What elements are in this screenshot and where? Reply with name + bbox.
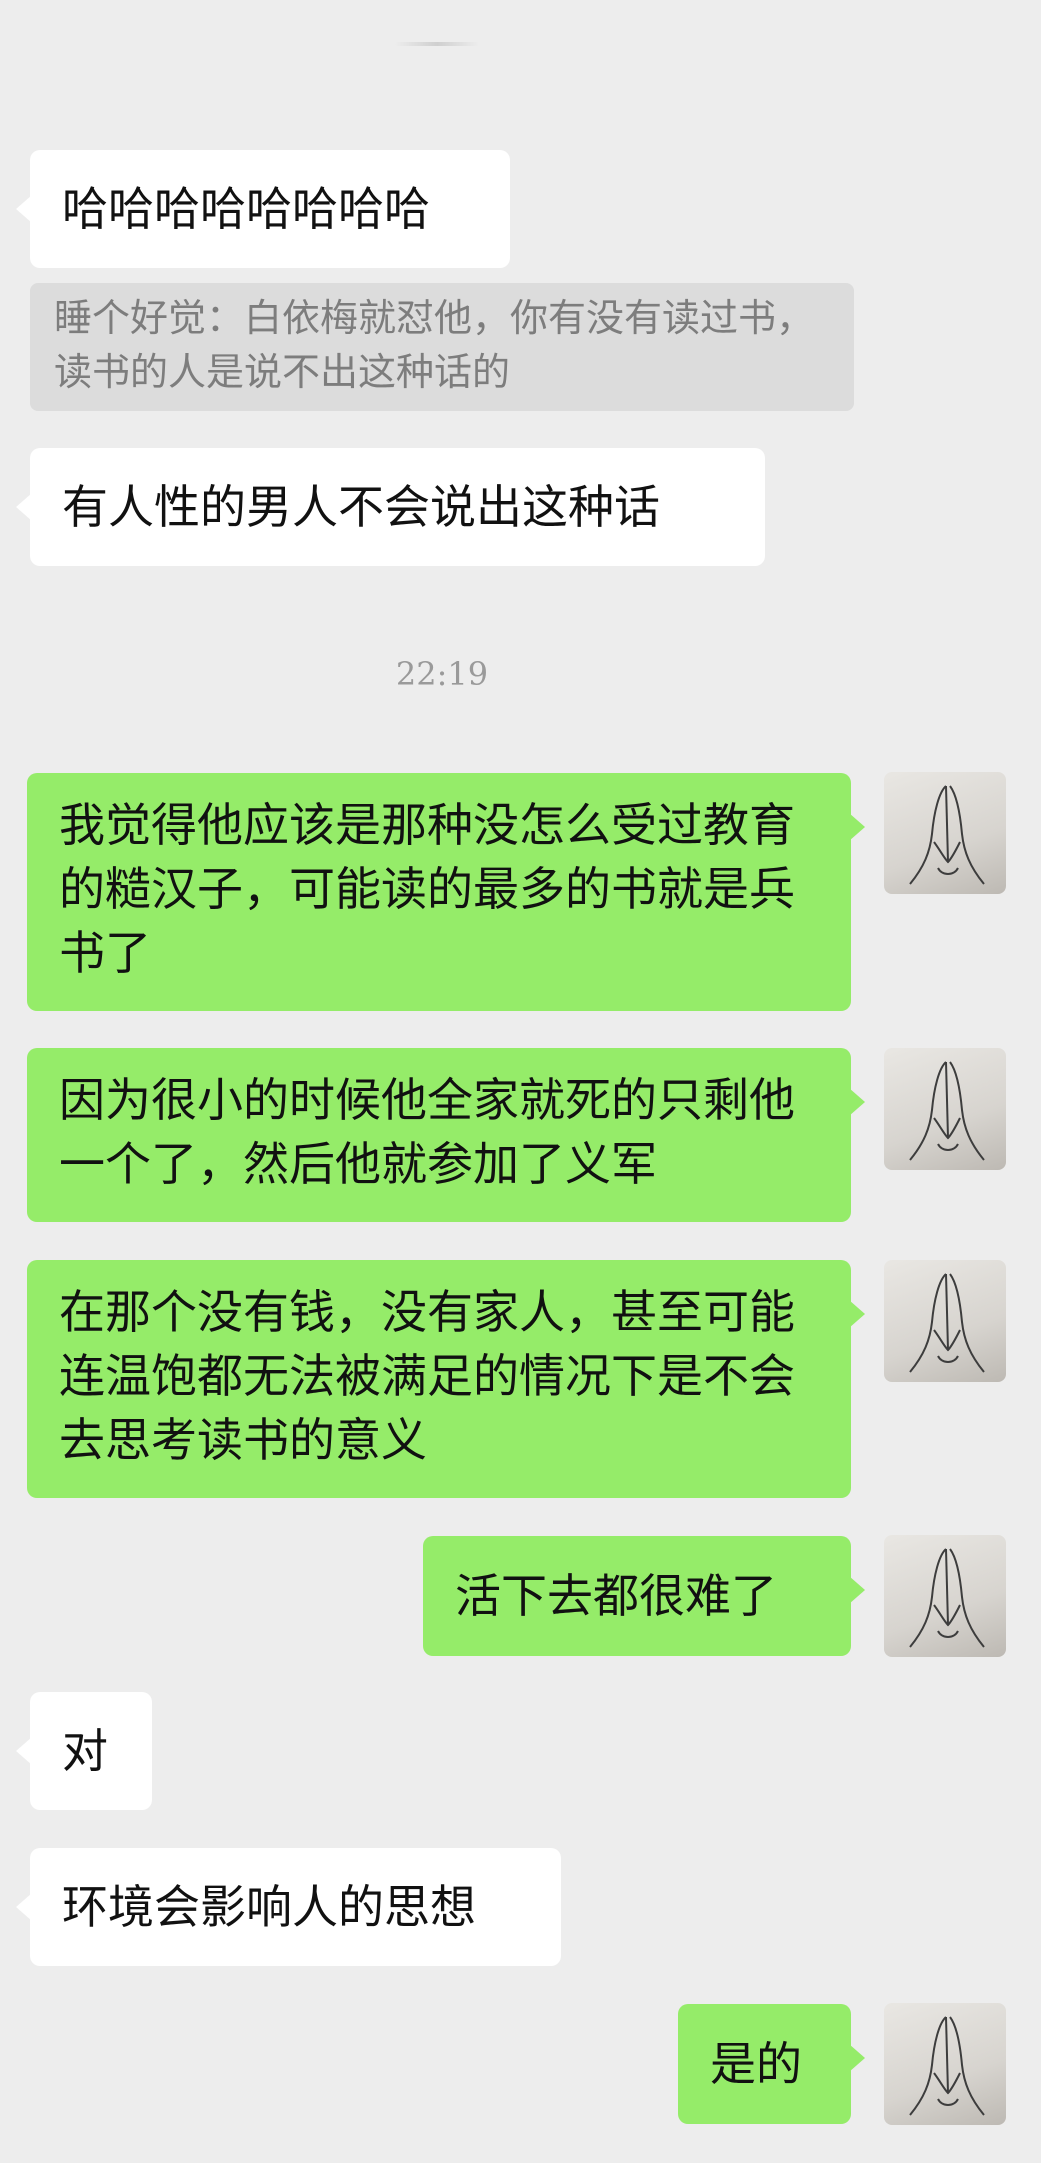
message-text: 我觉得他应该是那种没怎么受过教育的糙汉子，可能读的最多的书就是兵书了	[59, 798, 795, 980]
chat-screen: 哈哈哈哈哈哈哈哈 睡个好觉：白依梅就怼他，你有没有读过书，读书的人是说不出这种话…	[0, 0, 1041, 2163]
avatar[interactable]	[884, 1535, 1006, 1657]
praying-hands-icon	[909, 1548, 985, 1648]
message-text: 哈哈哈哈哈哈哈哈	[62, 182, 430, 236]
message-incoming-2[interactable]: 有人性的男人不会说出这种话	[16, 448, 765, 566]
praying-hands-icon	[909, 2016, 985, 2116]
message-outgoing-2[interactable]: 因为很小的时候他全家就死的只剩他一个了，然后他就参加了义军	[27, 1048, 865, 1222]
timestamp: 22:19	[395, 655, 489, 693]
message-text: 对	[62, 1724, 108, 1778]
message-outgoing-3[interactable]: 在那个没有钱，没有家人，甚至可能连温饱都无法被满足的情况下是不会去思考读书的意义	[27, 1260, 865, 1498]
message-incoming-3[interactable]: 对	[16, 1692, 152, 1810]
message-text: 在那个没有钱，没有家人，甚至可能连温饱都无法被满足的情况下是不会去思考读书的意义	[59, 1285, 795, 1467]
praying-hands-icon	[909, 1273, 985, 1373]
avatar[interactable]	[884, 2003, 1006, 2125]
avatar[interactable]	[884, 1048, 1006, 1170]
message-text: 环境会影响人的思想	[62, 1880, 476, 1934]
message-incoming-4[interactable]: 环境会影响人的思想	[16, 1848, 561, 1966]
message-outgoing-4[interactable]: 活下去都很难了	[423, 1536, 865, 1656]
message-text: 是的	[710, 2037, 802, 2091]
praying-hands-icon	[909, 785, 985, 885]
quote-text: 睡个好觉：白依梅就怼他，你有没有读过书，读书的人是说不出这种话的	[54, 296, 815, 394]
message-text: 因为很小的时候他全家就死的只剩他一个了，然后他就参加了义军	[59, 1073, 795, 1191]
message-outgoing-5[interactable]: 是的	[678, 2004, 865, 2124]
message-text: 有人性的男人不会说出这种话	[62, 480, 660, 534]
avatar[interactable]	[884, 772, 1006, 894]
praying-hands-icon	[909, 1061, 985, 1161]
message-text: 活下去都很难了	[455, 1569, 777, 1623]
message-outgoing-1[interactable]: 我觉得他应该是那种没怎么受过教育的糙汉子，可能读的最多的书就是兵书了	[27, 773, 865, 1011]
message-incoming-1[interactable]: 哈哈哈哈哈哈哈哈	[16, 150, 510, 268]
avatar[interactable]	[884, 1260, 1006, 1382]
top-handle	[395, 42, 479, 46]
quoted-message[interactable]: 睡个好觉：白依梅就怼他，你有没有读过书，读书的人是说不出这种话的	[30, 283, 854, 411]
